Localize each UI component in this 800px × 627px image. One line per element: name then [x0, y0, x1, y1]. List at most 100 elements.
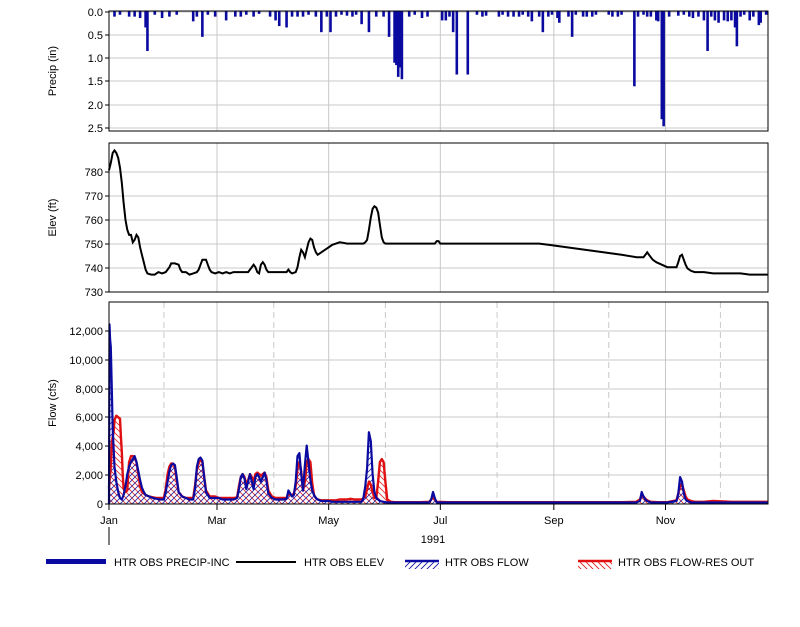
precip-bar	[138, 11, 142, 19]
precip-bar	[420, 11, 424, 19]
precip-bar	[239, 11, 243, 17]
precip-bar	[611, 11, 614, 17]
legend-label: HTR OBS FLOW-RES OUT	[618, 557, 754, 569]
precip-bar	[146, 11, 149, 51]
legend-item: HTR OBS ELEV	[236, 557, 385, 569]
y-tick-label: 8,000	[75, 384, 103, 396]
precip-bar	[448, 11, 451, 17]
legend-swatch	[46, 559, 106, 564]
x-tick-label: Jul	[433, 515, 447, 527]
precip-bar	[206, 11, 210, 15]
precip-bar	[360, 11, 363, 25]
y-tick-label: 0	[97, 499, 103, 511]
flow-area	[109, 324, 768, 504]
precip-bar	[301, 11, 305, 17]
precip-bar	[642, 11, 645, 15]
elevation-line	[108, 148, 768, 276]
precip-bar	[722, 11, 726, 21]
legend-item: HTR OBS FLOW-RES OUT	[578, 557, 754, 569]
precip-bar	[501, 11, 504, 15]
precip-bar	[594, 11, 598, 15]
y-tick-label: 760	[85, 215, 103, 227]
precip-bar	[426, 11, 429, 17]
precip-bar	[191, 11, 195, 22]
precip-bar	[620, 11, 623, 15]
y-tick-label: 2.5	[88, 123, 103, 135]
y-tick-label: 10,000	[69, 355, 103, 367]
precip-bar	[175, 11, 179, 15]
y-tick-label: 740	[85, 263, 103, 275]
flow-line	[107, 323, 768, 505]
precip-bar	[645, 11, 649, 17]
precip-bar	[127, 11, 131, 17]
precip-bar	[455, 11, 459, 75]
precip-bar	[252, 11, 255, 17]
precip-bar	[307, 11, 310, 15]
precip-bar	[334, 11, 338, 17]
precip-bar	[717, 11, 720, 23]
precip-bar	[244, 11, 248, 15]
precip-bar	[526, 11, 530, 17]
precip-bar	[656, 11, 660, 22]
precip-bar	[633, 11, 636, 87]
precip-bar	[567, 11, 570, 17]
x-tick-label: Jan	[100, 515, 118, 527]
precip-bar	[709, 11, 713, 17]
precip-bar	[682, 11, 686, 15]
precip-bar	[113, 11, 116, 17]
y-tick-label: 2.0	[88, 100, 103, 112]
precip-bar	[290, 11, 294, 17]
flow-panel: 0 2,000 4,000 6,000 8,000 10,000 12,000 Flow (c…	[47, 301, 769, 511]
y-tick-label: 6,000	[75, 412, 103, 424]
plot-frame	[108, 301, 769, 505]
precip-bar	[550, 11, 554, 15]
precip-bar	[616, 11, 620, 17]
precip-bar	[574, 11, 578, 15]
precip-bar	[351, 11, 354, 17]
precip-bar	[440, 11, 444, 21]
precip-bar	[537, 11, 541, 17]
precip-bar	[636, 11, 640, 17]
precip-bar	[506, 11, 510, 17]
precip-bar	[382, 11, 385, 17]
precip-bar	[585, 11, 589, 17]
precip-bar	[160, 11, 164, 19]
precip-bar	[752, 11, 755, 17]
precip-bar	[329, 11, 332, 33]
precip-bar	[739, 11, 742, 17]
precip-panel: 0.0 0.5 1.0 1.5 2.0 2.5 Precip (in)	[47, 7, 769, 135]
precip-bar	[748, 11, 751, 21]
y-tick-label: 2,000	[75, 470, 103, 482]
precip-bar	[706, 11, 709, 51]
precip-bar	[444, 11, 448, 21]
legend: HTR OBS PRECIP-INC HTR OBS ELEV HTR OBS FL…	[46, 557, 754, 569]
legend-label: HTR OBS FLOW	[445, 557, 529, 569]
y-axis-label: Precip (in)	[47, 46, 59, 96]
precip-bar	[296, 11, 299, 17]
precip-bar	[413, 11, 417, 15]
precip-bar	[374, 11, 378, 17]
precip-bar	[367, 11, 371, 33]
y-tick-label: 730	[85, 287, 103, 299]
precip-bar	[340, 11, 343, 15]
x-tick-label: May	[318, 515, 339, 527]
precip-bar	[742, 11, 746, 15]
precip-bar	[764, 11, 768, 15]
precip-bar	[530, 11, 534, 22]
precip-bar	[735, 11, 739, 47]
precip-bar	[691, 11, 695, 19]
precip-bar	[481, 11, 484, 17]
precip-bar	[702, 11, 706, 21]
precip-bar	[581, 11, 585, 17]
precip-bar	[201, 11, 204, 37]
y-tick-label: 780	[85, 167, 103, 179]
precip-bar	[759, 11, 762, 23]
precip-bar	[590, 11, 594, 17]
precip-bar	[607, 11, 611, 15]
precip-bar	[541, 11, 545, 33]
precip-bar	[451, 11, 455, 33]
precip-bar	[118, 11, 122, 15]
precip-bar	[547, 11, 550, 17]
y-tick-label: 4,000	[75, 441, 103, 453]
legend-label: HTR OBS PRECIP-INC	[114, 557, 230, 569]
